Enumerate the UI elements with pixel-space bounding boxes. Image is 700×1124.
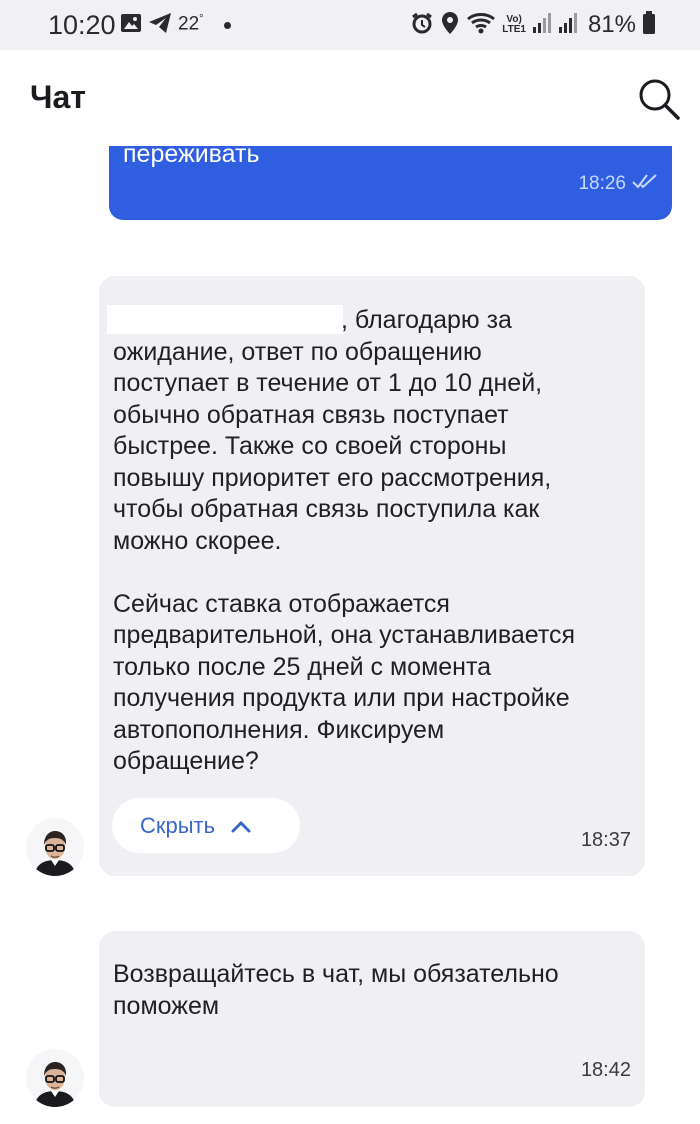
search-button[interactable]: [636, 76, 682, 122]
double-check-icon: [632, 173, 658, 195]
message-time: 18:26: [578, 173, 626, 194]
avatar[interactable]: [26, 1049, 84, 1107]
signal-icon: [558, 11, 578, 40]
message-text-first-line: , благодарю за: [341, 306, 512, 334]
message-meta: 18:26: [578, 173, 658, 195]
alarm-icon: [410, 11, 434, 40]
page-title: Чат: [30, 79, 86, 115]
status-right-icons: Vo) LTE1 81%: [410, 10, 656, 40]
chevron-up-icon: [231, 820, 251, 832]
message-text: , благодарю за ожидание, ответ по обраще…: [113, 305, 633, 778]
image-icon: [120, 13, 142, 38]
wifi-icon: [466, 11, 496, 40]
app-header: Чат: [0, 50, 700, 146]
location-icon: [440, 11, 460, 40]
battery-icon: [642, 10, 656, 40]
incoming-message[interactable]: , благодарю за ожидание, ответ по обраще…: [99, 276, 645, 876]
telegram-icon: [148, 12, 172, 39]
message-time: 18:37: [580, 829, 631, 851]
search-icon: [639, 79, 680, 120]
status-left-icons: 22°: [120, 12, 231, 38]
temperature: 22°: [178, 12, 204, 35]
dot-icon: [223, 21, 231, 29]
signal-icon: [532, 11, 552, 40]
incoming-message[interactable]: Возвращайтесь в чат, мы обязательно помо…: [99, 931, 645, 1107]
message-text: Возвращайтесь в чат, мы обязательно помо…: [113, 960, 559, 1020]
network-type: Vo) LTE1: [502, 14, 526, 35]
message-text-body: ожидание, ответ по обращению поступает в…: [113, 337, 576, 776]
hide-button-label: Скрыть: [140, 812, 216, 838]
hide-button[interactable]: Скрыть: [112, 798, 300, 853]
message-time: 18:42: [580, 1059, 631, 1081]
battery-percent: 81%: [587, 11, 636, 38]
status-bar: 10:20 22° Vo) LTE1 81%: [0, 0, 700, 50]
status-time: 10:20: [48, 10, 116, 40]
avatar[interactable]: [26, 818, 84, 876]
